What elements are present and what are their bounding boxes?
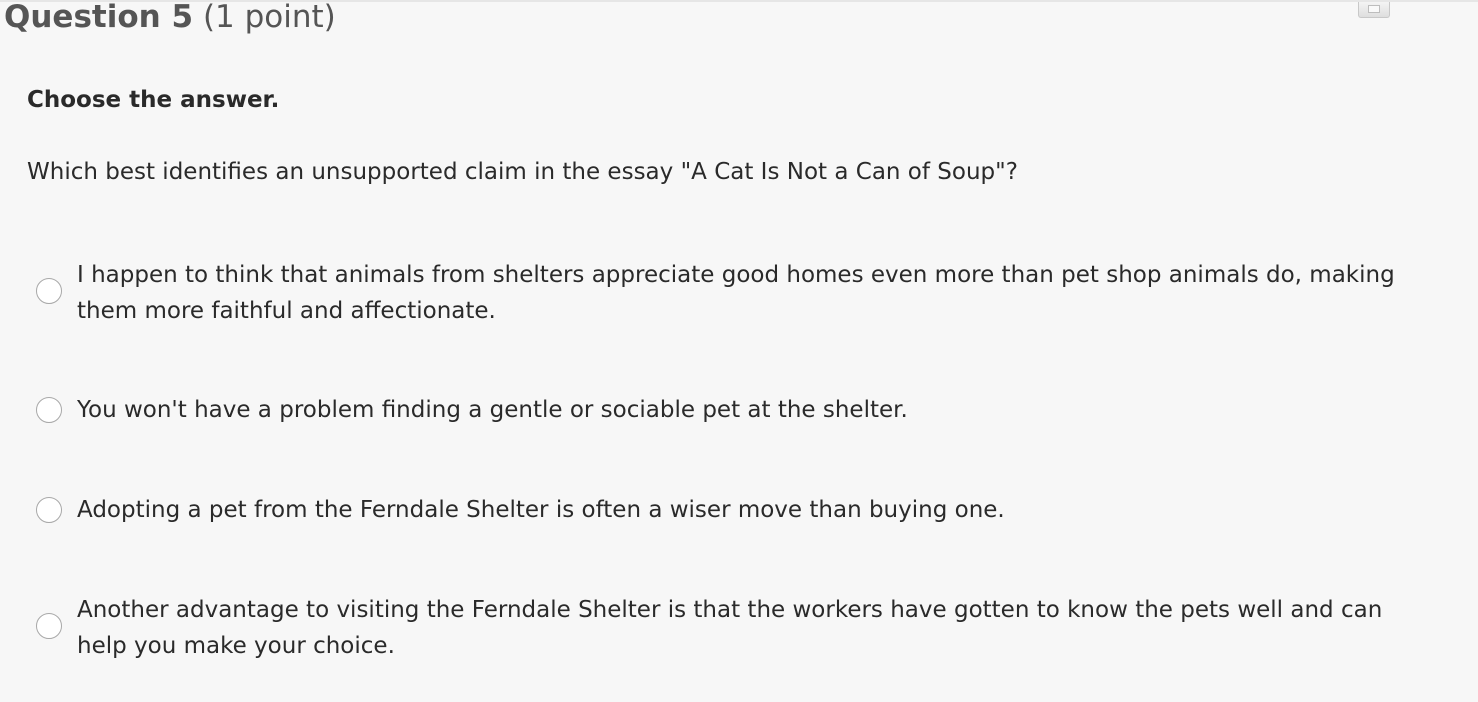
answer-option-2[interactable]: You won't have a problem finding a gentl… [36, 392, 1436, 428]
question-header: Question 5 (1 point) [4, 0, 336, 37]
print-icon[interactable] [1358, 2, 1390, 18]
radio-button[interactable] [36, 278, 62, 304]
answer-option-4[interactable]: Another advantage to visiting the Fernda… [36, 592, 1436, 664]
radio-button[interactable] [36, 613, 62, 639]
answer-option-label[interactable]: Another advantage to visiting the Fernda… [77, 592, 1397, 664]
question-page: Question 5 (1 point) Choose the answer. … [0, 0, 1478, 702]
answer-option-1[interactable]: I happen to think that animals from shel… [36, 257, 1436, 329]
radio-button[interactable] [36, 397, 62, 423]
answer-option-label[interactable]: You won't have a problem finding a gentl… [77, 392, 1397, 428]
answer-option-label[interactable]: I happen to think that animals from shel… [77, 257, 1397, 329]
answer-option-3[interactable]: Adopting a pet from the Ferndale Shelter… [36, 492, 1436, 528]
question-prompt: Which best identifies an unsupported cla… [27, 159, 1018, 185]
question-number: Question 5 [4, 0, 194, 35]
question-points: (1 point) [202, 0, 336, 35]
radio-button[interactable] [36, 497, 62, 523]
instruction-text: Choose the answer. [27, 87, 280, 113]
print-icon-paper [1368, 5, 1380, 13]
answer-option-label[interactable]: Adopting a pet from the Ferndale Shelter… [77, 492, 1397, 528]
